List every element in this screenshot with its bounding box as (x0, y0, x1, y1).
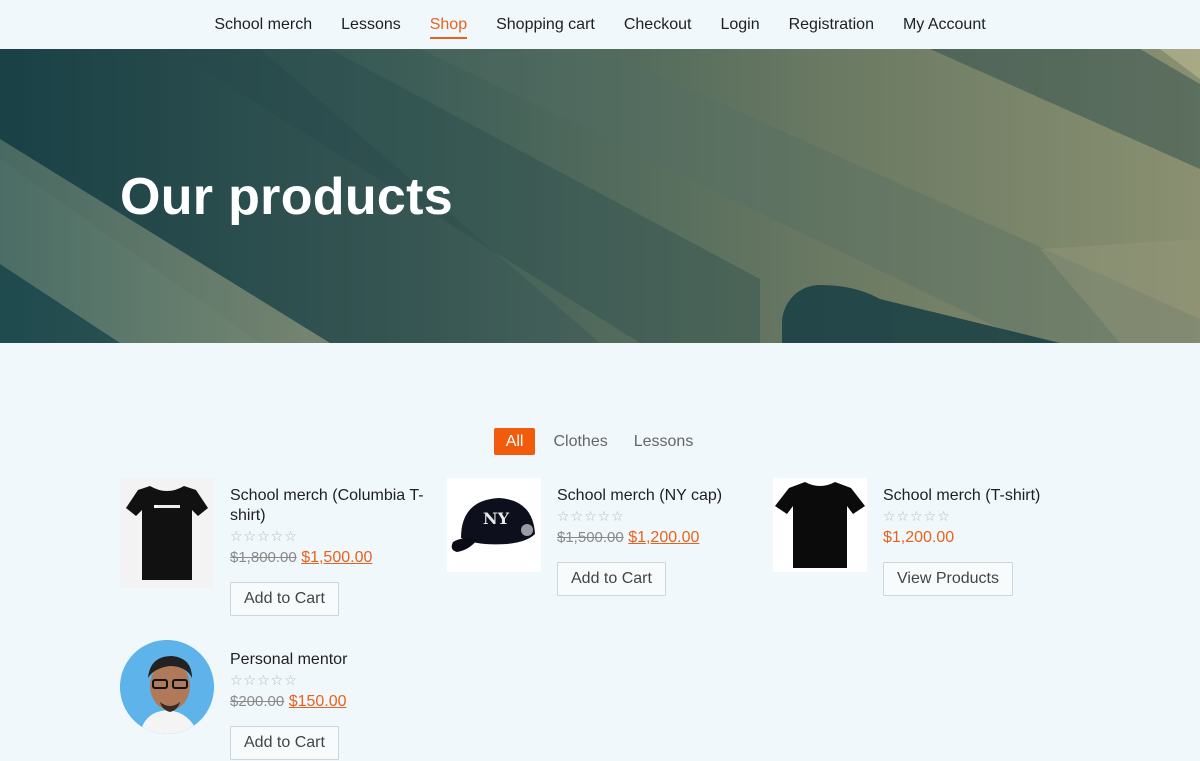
nav-lessons[interactable]: Lessons (327, 15, 416, 35)
sale-price: $1,500.00 (301, 549, 373, 566)
view-products-button[interactable]: View Products (883, 562, 1013, 596)
rating-stars: ☆☆☆☆☆ (230, 672, 298, 688)
filter-clothes[interactable]: Clothes (540, 428, 620, 455)
product-card: School merch (Columbia T-shirt) ☆☆☆☆☆ $1… (120, 478, 440, 618)
nav-shop[interactable]: Shop (415, 15, 481, 39)
nav-checkout[interactable]: Checkout (609, 15, 706, 35)
nav-login[interactable]: Login (706, 15, 774, 35)
filter-lessons[interactable]: Lessons (621, 428, 707, 455)
product-image-tshirt[interactable] (773, 478, 867, 572)
nav-school-merch[interactable]: School merch (200, 15, 327, 35)
top-nav: School merch Lessons Shop Shopping cart … (0, 0, 1200, 49)
product-card: NY School merch (NY cap) ☆☆☆☆☆ $1,500.00… (447, 478, 767, 598)
product-card: School merch (T-shirt) ☆☆☆☆☆ $1,200.00 V… (773, 478, 1093, 598)
product-name[interactable]: School merch (T-shirt) (883, 486, 1088, 506)
rating-stars: ☆☆☆☆☆ (883, 508, 951, 524)
add-to-cart-button[interactable]: Add to Cart (557, 562, 666, 596)
price: $1,200.00 (883, 529, 955, 546)
product-image-ny-cap[interactable]: NY (447, 478, 541, 572)
sale-price: $1,200.00 (628, 529, 700, 546)
product-card: Personal mentor ☆☆☆☆☆ $200.00 $150.00 Ad… (120, 640, 440, 761)
rating-stars: ☆☆☆☆☆ (230, 528, 298, 544)
old-price: $1,500.00 (557, 529, 624, 546)
product-image-columbia-tshirt[interactable] (120, 478, 214, 588)
product-name[interactable]: Personal mentor (230, 650, 435, 670)
product-image-mentor-avatar[interactable] (120, 640, 214, 734)
nav-my-account[interactable]: My Account (888, 15, 1000, 35)
product-name[interactable]: School merch (NY cap) (557, 486, 762, 506)
filter-all[interactable]: All (493, 428, 536, 455)
rating-stars: ☆☆☆☆☆ (557, 508, 625, 524)
product-name[interactable]: School merch (Columbia T-shirt) (230, 486, 435, 526)
add-to-cart-button[interactable]: Add to Cart (230, 726, 339, 760)
svg-text:NY: NY (483, 509, 510, 528)
hero-banner: Our products (0, 49, 1200, 343)
nav-registration[interactable]: Registration (774, 15, 888, 35)
page-title: Our products (120, 168, 453, 226)
product-filter-tabs: All Clothes Lessons (0, 428, 1200, 455)
sale-price: $150.00 (288, 693, 347, 710)
old-price: $200.00 (230, 693, 285, 710)
old-price: $1,800.00 (230, 549, 297, 566)
nav-shopping-cart[interactable]: Shopping cart (482, 15, 610, 35)
add-to-cart-button[interactable]: Add to Cart (230, 582, 339, 616)
